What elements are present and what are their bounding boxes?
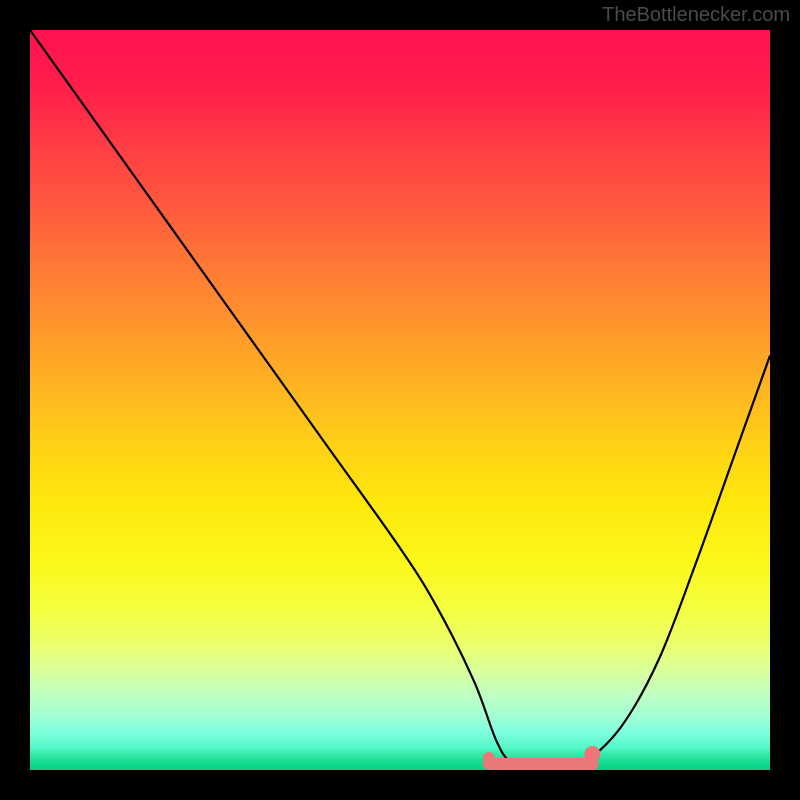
chart-plot-area	[30, 30, 770, 770]
curve-line	[30, 30, 770, 770]
bottleneck-curve	[30, 30, 770, 770]
watermark-text: TheBottlenecker.com	[602, 4, 790, 27]
